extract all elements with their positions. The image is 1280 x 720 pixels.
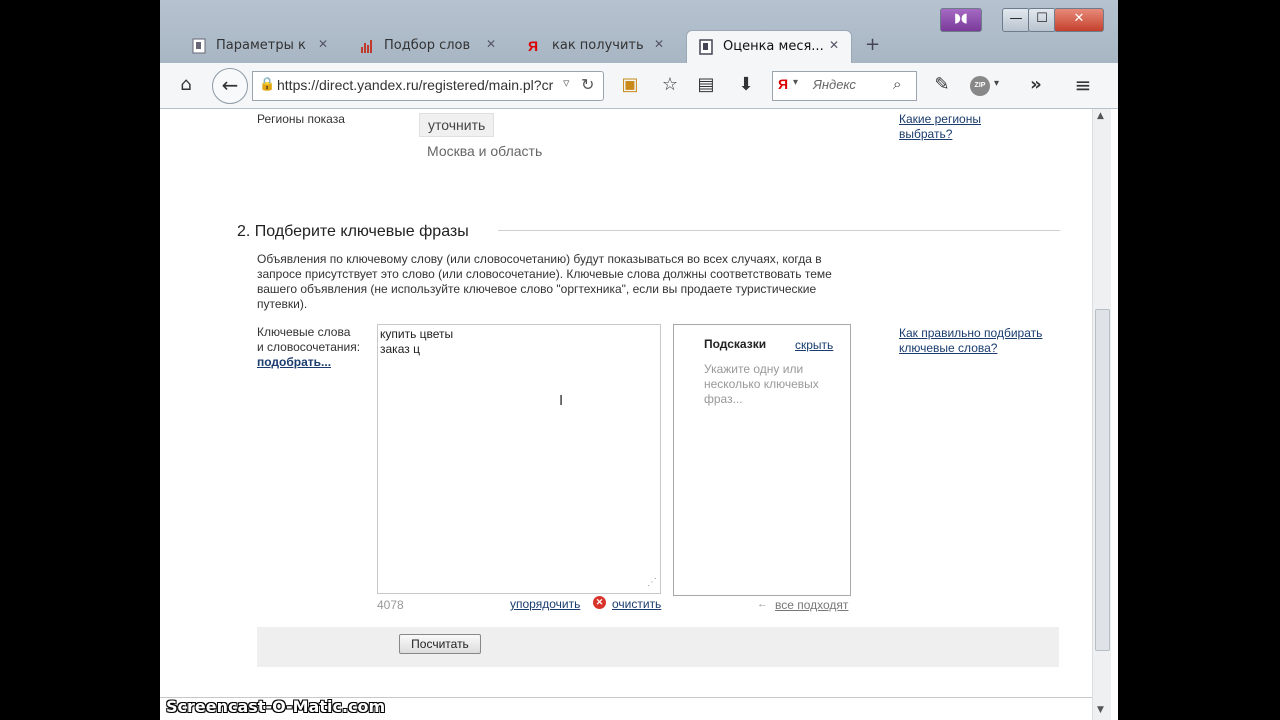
hints-title: Подсказки (704, 337, 767, 351)
page-content: Регионы показа уточнить Москва и область… (160, 109, 1092, 720)
page-icon (192, 38, 206, 54)
lock-icon: 🔒 (259, 77, 276, 92)
clear-icon[interactable]: ✕ (593, 596, 606, 609)
watermark: Screencast-O-Matic.com (166, 697, 386, 716)
overflow-icon[interactable]: » (1024, 75, 1048, 95)
divider (498, 230, 1060, 231)
chevron-down-icon[interactable]: ▾ (994, 78, 999, 89)
search-bar[interactable]: Я ▾ Яндекс ⌕ (772, 71, 917, 101)
tab-label: Оценка меся... (723, 39, 823, 54)
scrollbar-thumb[interactable] (1095, 309, 1110, 651)
dropdown-icon[interactable]: ▿ (563, 76, 570, 91)
back-button[interactable]: ← (212, 68, 248, 104)
section-description: Объявления по ключевому слову (или слово… (257, 252, 832, 311)
how-to-pick-link[interactable]: Как правильно подбирать ключевые слова? (899, 326, 1049, 356)
maximize-button[interactable]: ☐ (1028, 8, 1056, 32)
clear-link[interactable]: очистить (612, 597, 661, 612)
tab-label: Подбор слов (384, 38, 471, 53)
reload-icon[interactable]: ↻ (581, 75, 594, 94)
yandex-icon: Я (528, 38, 539, 54)
yandex-search-engine[interactable]: Я (778, 76, 788, 92)
resize-handle-icon[interactable]: ⋰ (647, 577, 657, 588)
scroll-up-icon[interactable]: ▲ (1097, 111, 1104, 121)
home-icon[interactable]: ⌂ (174, 75, 198, 95)
new-tab-icon[interactable]: + (865, 34, 880, 55)
scrollbar[interactable]: ▲ ▼ (1092, 109, 1111, 720)
close-icon[interactable]: ✕ (318, 37, 328, 51)
all-fit-link[interactable]: все подходят (775, 598, 848, 613)
star-icon[interactable]: ☆ (658, 75, 682, 95)
tab-word-selection[interactable]: Подбор слов ✕ (348, 30, 508, 63)
keywords-label: и словосочетания: (257, 340, 361, 354)
arrow-left-icon: ← (757, 598, 768, 610)
tab-how-to-get[interactable]: Я как получить ✕ (516, 30, 676, 63)
navigation-bar: ⌂ 🔒 https://direct.yandex.ru/registered/… (160, 63, 1118, 109)
hints-panel: Подсказки скрыть Укажите одну или нескол… (673, 324, 851, 596)
refine-regions-button[interactable]: уточнить (419, 113, 495, 137)
tab-parameters[interactable]: Параметры к ✕ (180, 30, 340, 63)
close-icon[interactable]: ✕ (654, 37, 664, 51)
bookmark-page-icon[interactable]: ▣ (618, 75, 642, 95)
char-counter: 4078 (377, 598, 404, 612)
calculate-bar: Посчитать (257, 627, 1059, 667)
scroll-down-icon[interactable]: ▼ (1097, 705, 1104, 715)
extension-icon[interactable]: ZIP (970, 76, 990, 96)
pick-keywords-link[interactable]: подобрать... (257, 355, 331, 370)
keywords-textarea[interactable]: купить цветы заказ ц (377, 324, 661, 594)
hide-hints-link[interactable]: скрыть (795, 338, 833, 353)
tab-bar: Параметры к ✕ Подбор слов ✕ Я как получи… (160, 0, 1118, 64)
close-window-button[interactable]: ✕ (1054, 8, 1104, 32)
regions-label: Регионы показа (257, 112, 345, 126)
regions-value: Москва и область (427, 143, 543, 159)
chevron-down-icon[interactable]: ▾ (793, 77, 798, 88)
tools-icon[interactable]: ✎ (930, 75, 954, 95)
close-icon[interactable]: ✕ (829, 38, 839, 52)
private-mask-icon[interactable]: ◗◖ (940, 8, 982, 32)
desktop-background (1118, 0, 1280, 720)
sort-link[interactable]: упорядочить (510, 597, 580, 612)
keywords-label: Ключевые слова (257, 325, 351, 339)
section-title: 2. Подберите ключевые фразы (237, 223, 469, 240)
tab-label: Параметры к (216, 38, 306, 53)
download-icon[interactable]: ⬇ (734, 75, 758, 95)
minimize-button[interactable]: — (1002, 8, 1030, 32)
address-bar[interactable]: 🔒 https://direct.yandex.ru/registered/ma… (252, 71, 604, 101)
browser-window: Параметры к ✕ Подбор слов ✕ Я как получи… (160, 0, 1118, 720)
clipboard-icon[interactable]: ▤ (694, 75, 718, 95)
tab-monthly-estimate[interactable]: Оценка меся... ✕ (686, 30, 852, 64)
url-text: https://direct.yandex.ru/registered/main… (277, 77, 554, 93)
chart-icon (361, 40, 372, 53)
tab-label: как получить (552, 38, 644, 53)
menu-icon[interactable]: ≡ (1070, 75, 1096, 95)
which-regions-link[interactable]: Какие регионы выбрать? (899, 112, 1009, 142)
close-icon[interactable]: ✕ (486, 37, 496, 51)
text-cursor-icon: I (559, 392, 564, 409)
page-icon (699, 39, 713, 55)
search-icon[interactable]: ⌕ (893, 75, 901, 93)
search-placeholder: Яндекс (813, 77, 856, 92)
hints-placeholder: Укажите одну или несколько ключевых фраз… (704, 362, 819, 406)
calculate-button[interactable]: Посчитать (399, 634, 481, 654)
